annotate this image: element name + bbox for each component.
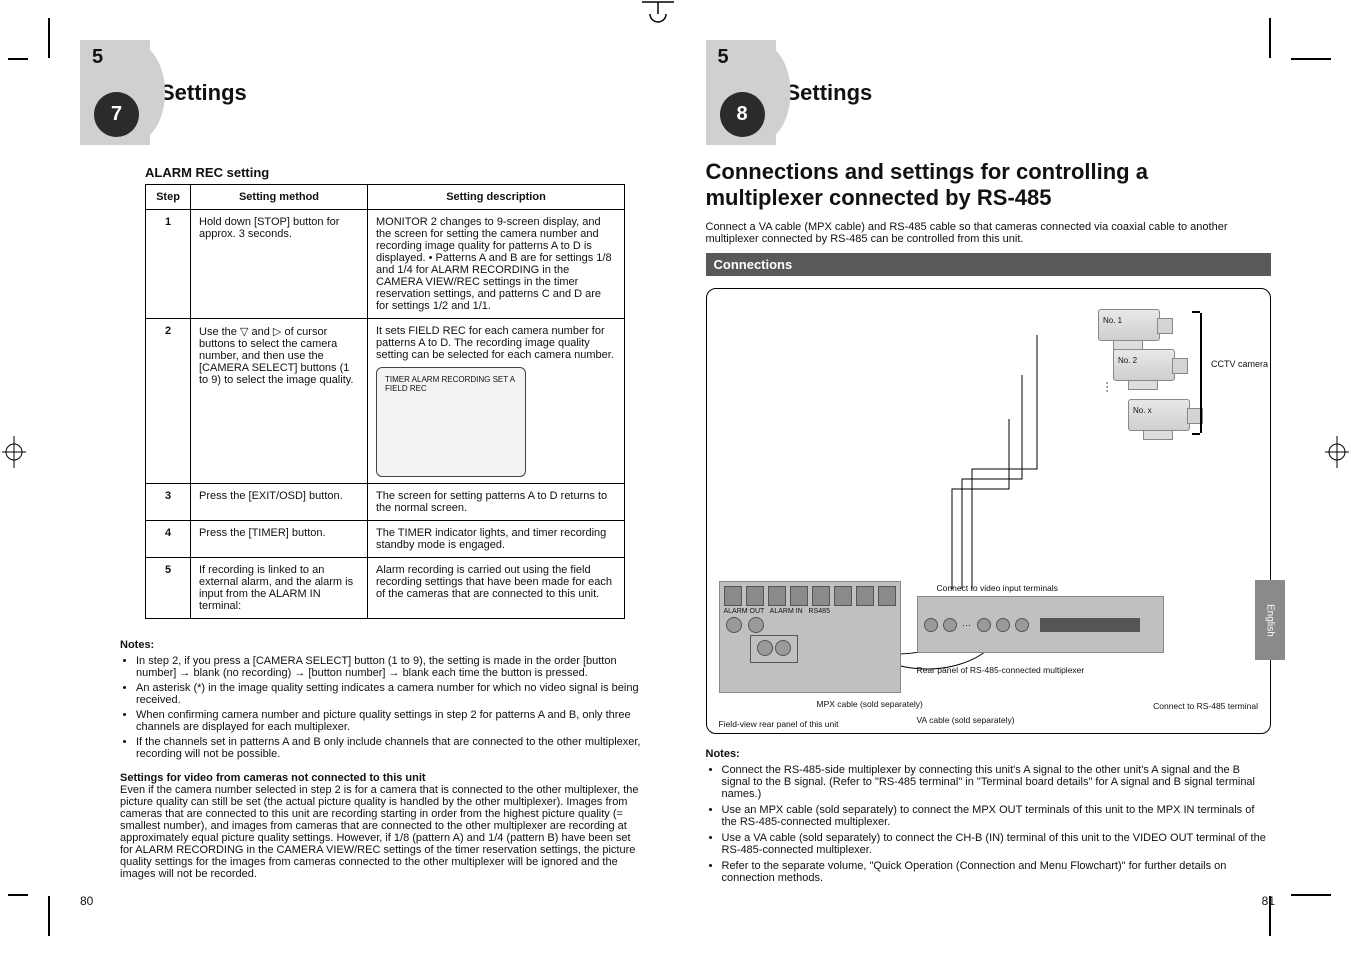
camera-icon: No. 1 [1098, 309, 1160, 341]
monitor-line: FIELD REC [385, 385, 519, 394]
row-desc: MONITOR 2 changes to 9-screen display, a… [368, 210, 625, 319]
list-item: Use a VA cable (sold separately) to conn… [722, 832, 1272, 856]
table-title: ALARM REC setting [145, 165, 646, 180]
list-item: Refer to the separate volume, "Quick Ope… [722, 860, 1272, 884]
list-item: Use an MPX cable (sold separately) to co… [722, 804, 1272, 828]
table-row: 5 If recording is linked to an external … [146, 558, 625, 619]
row-num: 5 [146, 558, 191, 619]
settings-note-body: Even if the camera number selected in st… [120, 784, 646, 880]
caption: MPX cable (sold separately) [817, 699, 923, 709]
text: It sets FIELD REC for each camera number… [376, 325, 614, 361]
brace-icon [1200, 313, 1202, 433]
camera-label: No. 2 [1118, 356, 1137, 365]
row-method: Press the [TIMER] button. [191, 521, 368, 558]
page-number: 80 [80, 894, 93, 908]
col-desc: Setting description [368, 185, 625, 210]
caption: Field-view rear panel of this unit [719, 719, 839, 729]
page-title: Connections and settings for controlling… [706, 159, 1272, 211]
camera-icon: No. 2 [1113, 349, 1175, 381]
col-step: Step [146, 185, 191, 210]
dvr-rear-panel: ALARM OUT ALARM IN RS485 [719, 581, 901, 693]
notes-list: In step 2, if you press a [CAMERA SELECT… [136, 655, 646, 760]
crop-mark [28, 896, 50, 936]
section-title: Settings [160, 80, 247, 106]
row-num: 2 [146, 319, 191, 484]
section-badge: 5 7 [80, 40, 150, 145]
text: Use the [199, 326, 240, 338]
registration-mark-icon [640, 0, 676, 24]
notes-title: Notes: [120, 639, 646, 651]
section-badge: 5 8 [706, 40, 776, 145]
row-method: Hold down [STOP] button for approx. 3 se… [191, 210, 368, 319]
camera-label: No. 1 [1103, 316, 1122, 325]
badge-step: 5 [92, 46, 103, 69]
list-item: Connect the RS-485-side multiplexer by c… [722, 764, 1272, 800]
camera-label: No. x [1133, 406, 1152, 415]
page-number: 81 [1262, 894, 1275, 908]
bar-heading: Connections [706, 253, 1272, 276]
row-num: 4 [146, 521, 191, 558]
row-num: 3 [146, 484, 191, 521]
camera-icon: No. x [1128, 399, 1190, 431]
caption: VA cable (sold separately) [917, 715, 1015, 725]
badge-number: 8 [720, 92, 765, 137]
text: and [252, 326, 273, 338]
right-arrow-icon: ▷ [273, 326, 281, 338]
caption: Connect to RS-485 terminal [1153, 701, 1258, 711]
row-desc: The screen for setting patterns A to D r… [368, 484, 625, 521]
badge-number: 7 [94, 92, 139, 137]
intro-text: Connect a VA cable (MPX cable) and RS-48… [706, 221, 1272, 245]
row-method: Use the ▽ and ▷ of cursor buttons to sel… [191, 319, 368, 484]
brace-label: CCTV camera [1211, 359, 1268, 369]
row-desc: The TIMER indicator lights, and timer re… [368, 521, 625, 558]
table-row: 2 Use the ▽ and ▷ of cursor buttons to s… [146, 319, 625, 484]
row-method: If recording is linked to an external al… [191, 558, 368, 619]
ellipsis-icon: ··· [1101, 381, 1115, 393]
table-row: 3 Press the [EXIT/OSD] button. The scree… [146, 484, 625, 521]
mux-rear-panel: ··· [917, 596, 1164, 653]
connection-diagram: No. 1 No. 2 ··· No. x CCTV camera AL [706, 288, 1272, 734]
list-item: If the channels set in patterns A and B … [136, 736, 646, 760]
down-arrow-icon: ▽ [240, 326, 248, 338]
row-num: 1 [146, 210, 191, 319]
list-item: An asterisk (*) in the image quality set… [136, 682, 646, 706]
list-item: In step 2, if you press a [CAMERA SELECT… [136, 655, 646, 679]
row-method: Press the [EXIT/OSD] button. [191, 484, 368, 521]
monitor-illustration: TIMER ALARM RECORDING SET A FIELD REC [376, 367, 526, 477]
crop-mark [1269, 18, 1291, 58]
table-row: 4 Press the [TIMER] button. The TIMER in… [146, 521, 625, 558]
row-desc: Alarm recording is carried out using the… [368, 558, 625, 619]
registration-mark-icon [0, 434, 28, 470]
row-desc: It sets FIELD REC for each camera number… [368, 319, 625, 484]
crop-mark [28, 18, 50, 58]
badge-step: 5 [718, 46, 729, 69]
steps-table: Step Setting method Setting description … [145, 184, 625, 619]
notes-list: Connect the RS-485-side multiplexer by c… [722, 764, 1272, 884]
caption: Rear panel of RS-485-connected multiplex… [917, 665, 1085, 675]
section-title: Settings [786, 80, 873, 106]
caption: Connect to video input terminals [937, 583, 1058, 593]
col-method: Setting method [191, 185, 368, 210]
settings-note-title: Settings for video from cameras not conn… [120, 772, 646, 784]
table-row: 1 Hold down [STOP] button for approx. 3 … [146, 210, 625, 319]
registration-mark-icon [1323, 434, 1351, 470]
language-tab: English [1255, 580, 1285, 660]
list-item: When confirming camera number and pictur… [136, 709, 646, 733]
notes-title: Notes: [706, 748, 1272, 760]
